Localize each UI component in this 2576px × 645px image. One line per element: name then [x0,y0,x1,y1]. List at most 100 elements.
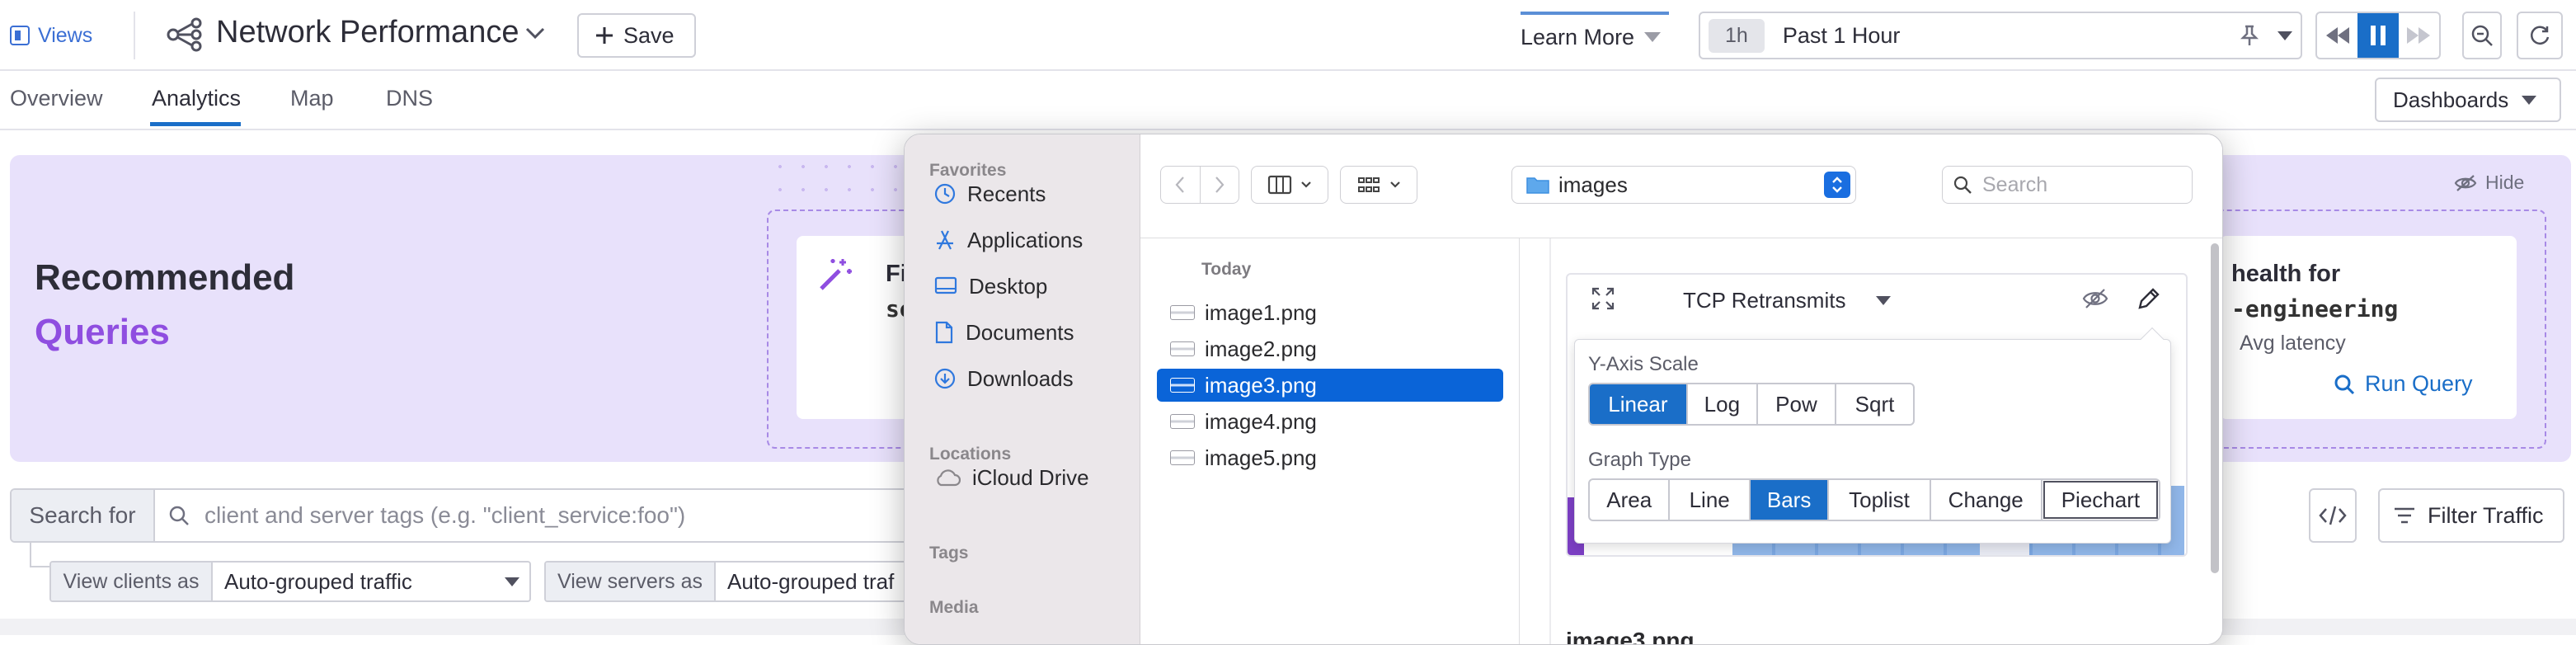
tab-bar: Overview Analytics Map DNS Dashboards [0,73,2576,130]
forward-button[interactable] [1201,167,1239,203]
time-label: Past 1 Hour [1782,22,1901,48]
image-file-icon [1170,414,1195,429]
back-button[interactable] [1161,167,1201,203]
image-file-icon [1170,450,1195,465]
time-badge: 1h [1709,18,1765,53]
search-icon [2334,374,2355,394]
file-name: image5.png [1205,445,1317,470]
download-icon [934,368,956,389]
tab-dns[interactable]: DNS [386,86,433,111]
search-icon [1953,176,1972,194]
file-row[interactable]: image1.png [1157,296,1503,329]
pencil-icon [2136,286,2161,311]
fast-forward-icon [2407,27,2431,44]
graph-settings-popover: Y-Axis Scale Linear Log Pow Sqrt Graph T… [1574,327,2171,544]
file-row[interactable]: image4.png [1157,405,1503,438]
graph-option-line[interactable]: Line [1670,480,1751,520]
chevron-down-icon[interactable] [524,25,546,41]
time-picker[interactable]: 1h Past 1 Hour [1699,12,2302,59]
tab-overview[interactable]: Overview [10,86,103,111]
query-card-code: -engineering [2231,295,2399,322]
refresh-icon [2531,26,2550,45]
search-bar: Search for client and server tags (e.g. … [10,488,933,543]
rewind-button[interactable] [2317,13,2357,58]
location-label: images [1558,172,1628,197]
sidebar-item-documents[interactable]: Documents [934,316,1074,349]
applications-icon [937,230,953,250]
group-button[interactable] [1340,166,1417,204]
tree-line [30,543,49,567]
views-button[interactable]: Views [10,21,92,49]
hide-button[interactable]: Hide [2454,172,2524,194]
view-servers-value: Auto-grouped traf [727,568,895,594]
filter-traffic-button[interactable]: Filter Traffic [2378,488,2564,543]
page-title[interactable]: Network Performance [216,15,519,50]
preview-scrollbar[interactable] [2211,243,2219,573]
save-button[interactable]: Save [577,13,696,58]
popover-arrow [2140,327,2165,351]
learn-more-button[interactable]: Learn More [1521,12,1669,59]
preview-pane: TCP Retransmits Y-Axis Scale Linear Log … [1520,238,2222,644]
graph-option-change[interactable]: Change [1931,480,2042,520]
sidebar-item-label: Recents [967,181,1046,206]
sidebar-item-downloads[interactable]: Downloads [934,362,1074,395]
active-tab-indicator [150,122,241,126]
run-query-button[interactable]: Run Query [2334,371,2473,397]
file-row[interactable]: image2.png [1157,332,1503,365]
plus-icon [595,26,613,45]
zoom-out-button[interactable] [2462,12,2502,59]
view-servers-select[interactable]: View servers as Auto-grouped traf [544,561,907,602]
yaxis-option-linear[interactable]: Linear [1590,384,1688,424]
search-for-label: Search for [12,490,155,541]
yaxis-option-log[interactable]: Log [1688,384,1758,424]
refresh-button[interactable] [2517,12,2563,59]
views-label: Views [38,23,93,47]
playback-controls [2315,12,2441,59]
sidebar-item-desktop[interactable]: Desktop [934,270,1047,303]
folder-icon [1526,177,1549,194]
graph-option-toplist[interactable]: Toplist [1829,480,1931,520]
yaxis-option-pow[interactable]: Pow [1758,384,1836,424]
tab-analytics[interactable]: Analytics [152,86,241,111]
finder-search-placeholder: Search [1982,172,2048,196]
tab-map[interactable]: Map [290,86,334,111]
preview-divider [1549,238,1551,644]
graph-option-bars[interactable]: Bars [1750,480,1830,520]
columns-icon [1267,175,1292,195]
code-view-button[interactable] [2309,488,2357,543]
finder-search-field[interactable]: Search [1942,166,2193,204]
file-name: image4.png [1205,408,1317,434]
fast-forward-button[interactable] [2399,13,2439,58]
file-name: image2.png [1205,336,1317,361]
file-row-selected[interactable]: image3.png [1157,369,1503,402]
pin-icon[interactable] [2240,25,2259,46]
rewind-icon [2325,27,2349,44]
learn-more-label: Learn More [1521,24,1635,49]
filter-icon [2395,507,2414,524]
image-file-icon [1170,305,1195,320]
location-popup[interactable]: images [1511,166,1856,204]
file-name: image1.png [1205,299,1317,325]
search-input[interactable]: client and server tags (e.g. "client_ser… [155,490,932,541]
graph-option-piechart[interactable]: Piechart [2042,480,2159,520]
hide-label: Hide [2485,172,2525,193]
sidebar-item-recents[interactable]: Recents [934,177,1046,210]
query-card[interactable]: health for -engineering Avg latency Run … [2220,236,2517,419]
dashboards-button[interactable]: Dashboards [2375,78,2561,122]
pause-icon [2370,26,2386,45]
sidebar-item-applications[interactable]: Applications [934,224,1083,257]
media-heading: Media [929,598,979,617]
view-clients-select[interactable]: View clients as Auto-grouped traffic [49,561,531,602]
back-forward-buttons [1160,166,1239,204]
view-mode-button[interactable] [1251,166,1328,204]
pause-button[interactable] [2357,13,2399,58]
caret-down-icon[interactable] [2278,31,2292,40]
graph-option-area[interactable]: Area [1590,480,1671,520]
yaxis-option-sqrt[interactable]: Sqrt [1836,384,1913,424]
search-icon [169,506,189,525]
file-row[interactable]: image5.png [1157,441,1503,474]
code-icon [2319,506,2347,525]
search-placeholder: client and server tags (e.g. "client_ser… [204,502,686,528]
file-picker-dialog: Favorites Recents Applications Desktop D… [904,134,2223,645]
sidebar-item-icloud-drive[interactable]: iCloud Drive [934,461,1089,494]
